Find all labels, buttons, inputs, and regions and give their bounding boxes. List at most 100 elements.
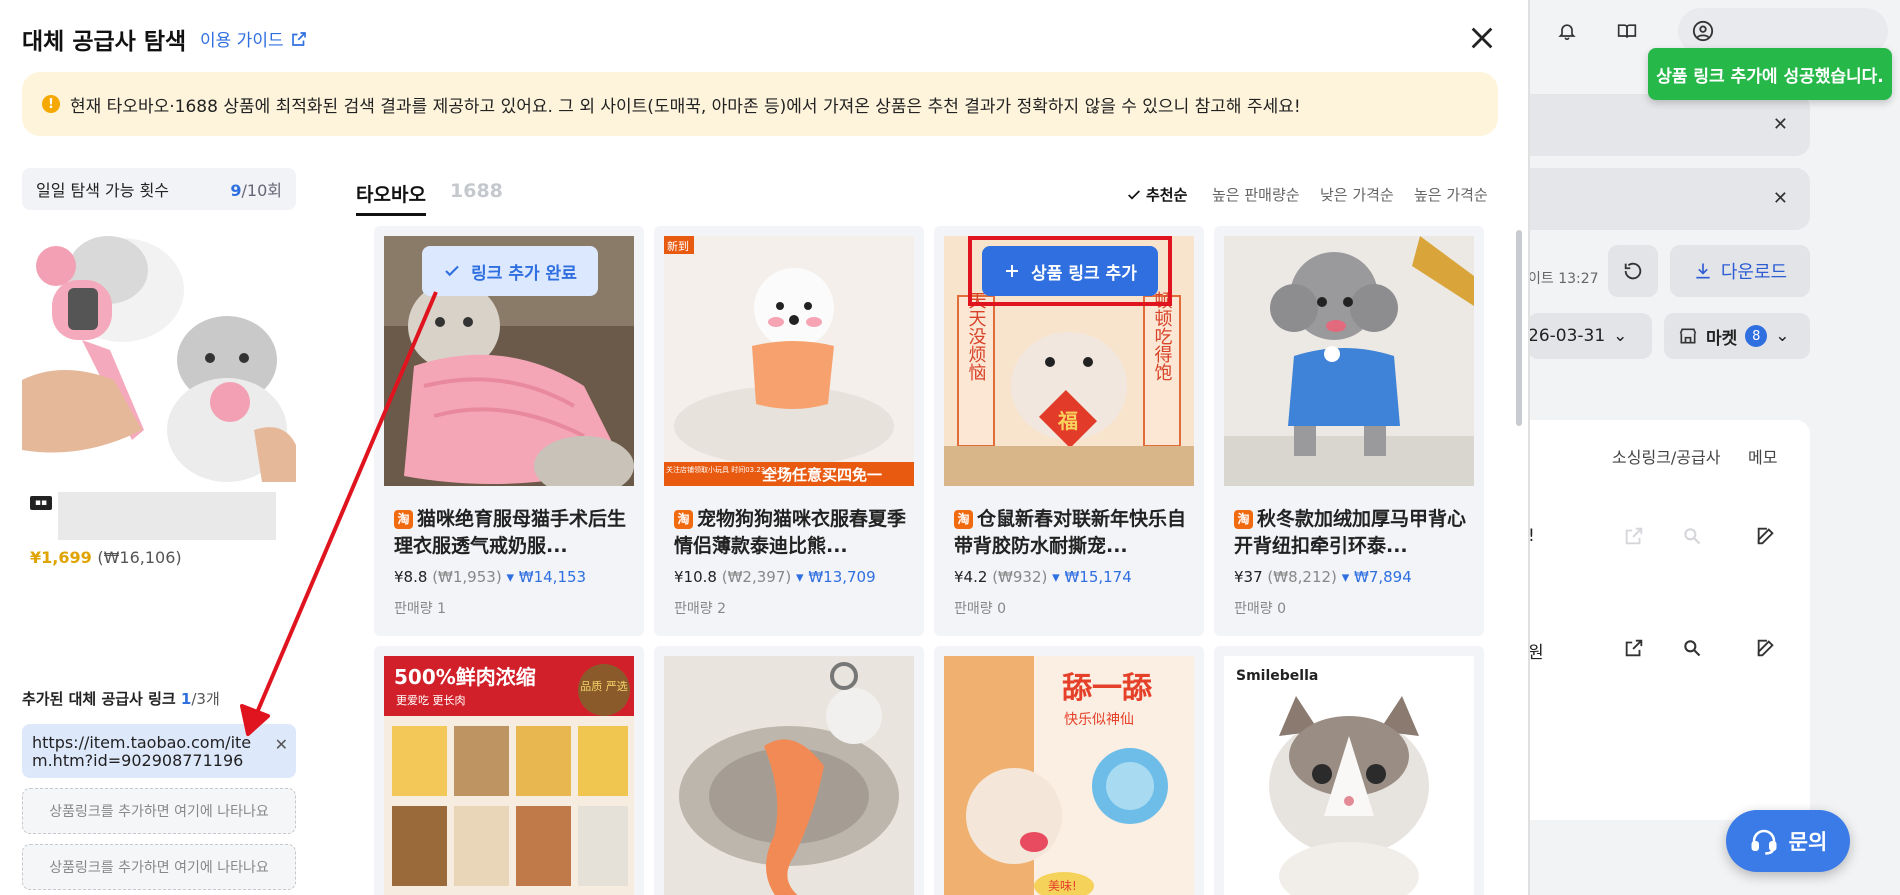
product-card[interactable]: 500%鲜肉浓缩 更爱吃 更长肉 品质 严选	[374, 646, 644, 895]
sort-low-price[interactable]: 낮은 가격순	[1320, 184, 1394, 205]
column-header-sourcing: 소싱링크/공급사	[1612, 448, 1721, 467]
image-brand: Smilebella	[1236, 668, 1318, 684]
source-price: ¥1,699 (₩16,106)	[30, 548, 182, 567]
help-button[interactable]: 문의	[1726, 810, 1850, 872]
taobao-icon: 淘	[1234, 510, 1253, 529]
sort-high-price[interactable]: 높은 가격순	[1414, 184, 1488, 205]
product-card[interactable]: 新到 关注店铺领取小玩具 时间03.23-03.31 全场任意买四免一 淘宠物狗…	[654, 226, 924, 636]
added-link-url: https://item.taobao.com/item.htm?id=9029…	[32, 733, 252, 770]
product-price: ¥37 (₩8,212) ▾ ₩7,894	[1234, 568, 1412, 586]
store-icon	[1679, 328, 1697, 344]
success-toast: 상품 링크 추가에 성공했습니다.	[1648, 48, 1892, 100]
added-link-item[interactable]: https://item.taobao.com/item.htm?id=9029…	[22, 724, 296, 778]
grid-scrollbar[interactable]	[1516, 230, 1522, 426]
product-title: 淘猫咪绝育服母猫手术后生理衣服透气戒奶服...	[394, 508, 627, 557]
product-card[interactable]: 淘秋冬款加绒加厚马甲背心开背纽扣牵引环泰... ¥37 (₩8,212) ▾ ₩…	[1214, 226, 1484, 636]
added-links-count: 1/3개	[180, 690, 220, 708]
download-icon	[1696, 263, 1710, 279]
external-link-icon	[291, 31, 306, 46]
daily-quota: 일일 탐색 가능 횟수 9/10회	[22, 168, 296, 210]
modal-edge	[1528, 0, 1530, 895]
image-banner: 全场任意买四免一	[761, 466, 882, 484]
product-sales: 판매량 0	[1234, 601, 1286, 617]
external-link-icon[interactable]	[1620, 634, 1648, 662]
product-card[interactable]	[654, 646, 924, 895]
refresh-icon	[1624, 262, 1642, 280]
background-table: 소싱링크/공급사 메모 ! 원	[1528, 420, 1810, 820]
edit-icon[interactable]	[1752, 634, 1780, 662]
product-card[interactable]: 舔一舔 快乐似神仙 美味!	[934, 646, 1204, 895]
download-label: 다운로드	[1720, 262, 1788, 283]
refresh-button[interactable]	[1608, 245, 1658, 297]
bell-icon[interactable]	[1550, 14, 1584, 48]
taobao-icon: 淘	[394, 510, 413, 529]
link-added-button[interactable]: 링크 추가 완료	[422, 246, 598, 296]
user-icon	[1692, 20, 1714, 42]
chevron-down-icon: ⌄	[1775, 326, 1790, 346]
product-image	[1224, 236, 1474, 486]
product-grid: 淘猫咪绝育服母猫手术后生理衣服透气戒奶服... ¥8.8 (₩1,953) ▾ …	[374, 226, 1494, 895]
image-sub: 快乐似神仙	[1064, 712, 1134, 728]
guide-link[interactable]: 이용 가이드	[200, 26, 308, 51]
taobao-icon: 淘	[674, 510, 693, 529]
headset-icon	[1751, 829, 1777, 855]
download-button[interactable]: 다운로드	[1670, 245, 1810, 297]
book-icon[interactable]	[1610, 14, 1644, 48]
platform-logo-icon: ▪▪	[30, 496, 52, 510]
search-icon[interactable]	[1678, 634, 1706, 662]
product-title: 淘宠物狗狗猫咪衣服春夏季情侣薄款泰迪比熊...	[674, 508, 907, 557]
check-icon	[445, 265, 459, 277]
table-row: !	[1528, 490, 1810, 600]
product-price: ¥8.8 (₩1,953) ▾ ₩14,153	[394, 568, 587, 586]
sort-recommended[interactable]: 추천순	[1126, 184, 1187, 205]
close-icon	[1471, 27, 1493, 49]
quota-label: 일일 탐색 가능 횟수	[36, 181, 170, 200]
market-label: 마켓	[1706, 328, 1738, 349]
date-range-select[interactable]: 26-03-31 ⌄	[1528, 313, 1652, 359]
image-headline: 舔一舔	[1062, 671, 1153, 706]
product-title: 淘仓鼠新春对联新年快乐自带背胶防水耐撕宠...	[954, 508, 1187, 557]
guide-link-label: 이용 가이드	[200, 31, 284, 51]
product-sales: 판매량 1	[394, 601, 446, 617]
quota-count: 9/10회	[230, 181, 282, 200]
image-headline: 500%鲜肉浓缩	[394, 665, 536, 689]
background-app: ✕ ✕ 이트 13:27 다운로드 26-03-31 ⌄ 마켓 8 ⌄ 소싱링크…	[1528, 0, 1900, 895]
tab-1688[interactable]: 1688	[450, 180, 503, 202]
product-image: 舔一舔 快乐似神仙 美味!	[944, 656, 1194, 895]
image-sub: 更爱吃 更长肉	[396, 694, 466, 707]
modal-title: 대체 공급사 탐색	[22, 29, 187, 55]
market-select[interactable]: 마켓 8 ⌄	[1664, 313, 1810, 359]
notice-banner: ! 현재 타오바오·1688 상품에 최적화된 검색 결과를 제공하고 있어요.…	[22, 72, 1498, 136]
product-image: 500%鲜肉浓缩 更爱吃 更长肉 品质 严选	[384, 656, 634, 895]
background-filter-chip: ✕	[1528, 94, 1810, 156]
image-badge: 品质 严选	[580, 680, 628, 693]
close-button[interactable]	[1462, 18, 1502, 58]
source-product-image	[22, 230, 296, 482]
product-sales: 판매량 2	[674, 601, 726, 617]
image-bubble: 美味!	[1048, 879, 1077, 893]
product-title: 淘秋冬款加绒加厚马甲背心开背纽扣牵引环泰...	[1234, 508, 1467, 557]
tab-taobao[interactable]: 타오바오	[356, 180, 426, 216]
close-icon[interactable]: ✕	[1773, 188, 1788, 209]
help-label: 문의	[1788, 830, 1828, 854]
notice-text: 현재 타오바오·1688 상품에 최적화된 검색 결과를 제공하고 있어요. 그…	[70, 96, 1301, 117]
sort-high-sales[interactable]: 높은 판매량순	[1212, 184, 1300, 205]
chevron-down-icon: ⌄	[1613, 326, 1628, 346]
edit-icon[interactable]	[1752, 522, 1780, 550]
annotation-highlight-box	[968, 236, 1172, 306]
empty-link-slot: 상품링크를 추가하면 여기에 나타나요	[22, 788, 296, 834]
close-icon[interactable]: ✕	[1773, 114, 1788, 135]
product-image: Smilebella	[1224, 656, 1474, 895]
search-icon[interactable]	[1678, 522, 1706, 550]
product-image: 新到 关注店铺领取小玩具 时间03.23-03.31 全场任意买四免一	[664, 236, 914, 486]
warning-icon: !	[42, 95, 60, 113]
added-links-title: 추가된 대체 공급사 링크 1/3개	[22, 690, 220, 708]
market-count-badge: 8	[1745, 325, 1768, 347]
alternative-supplier-modal: 대체 공급사 탐색 이용 가이드 ! 현재 타오바오·1688 상품에 최적화된…	[0, 0, 1528, 895]
product-card[interactable]: Smilebella	[1214, 646, 1484, 895]
row-text: 원	[1528, 643, 1544, 663]
remove-link-icon[interactable]: ✕	[275, 736, 288, 754]
product-image	[664, 656, 914, 895]
source-title-placeholder	[58, 492, 276, 540]
external-link-icon[interactable]	[1620, 522, 1648, 550]
